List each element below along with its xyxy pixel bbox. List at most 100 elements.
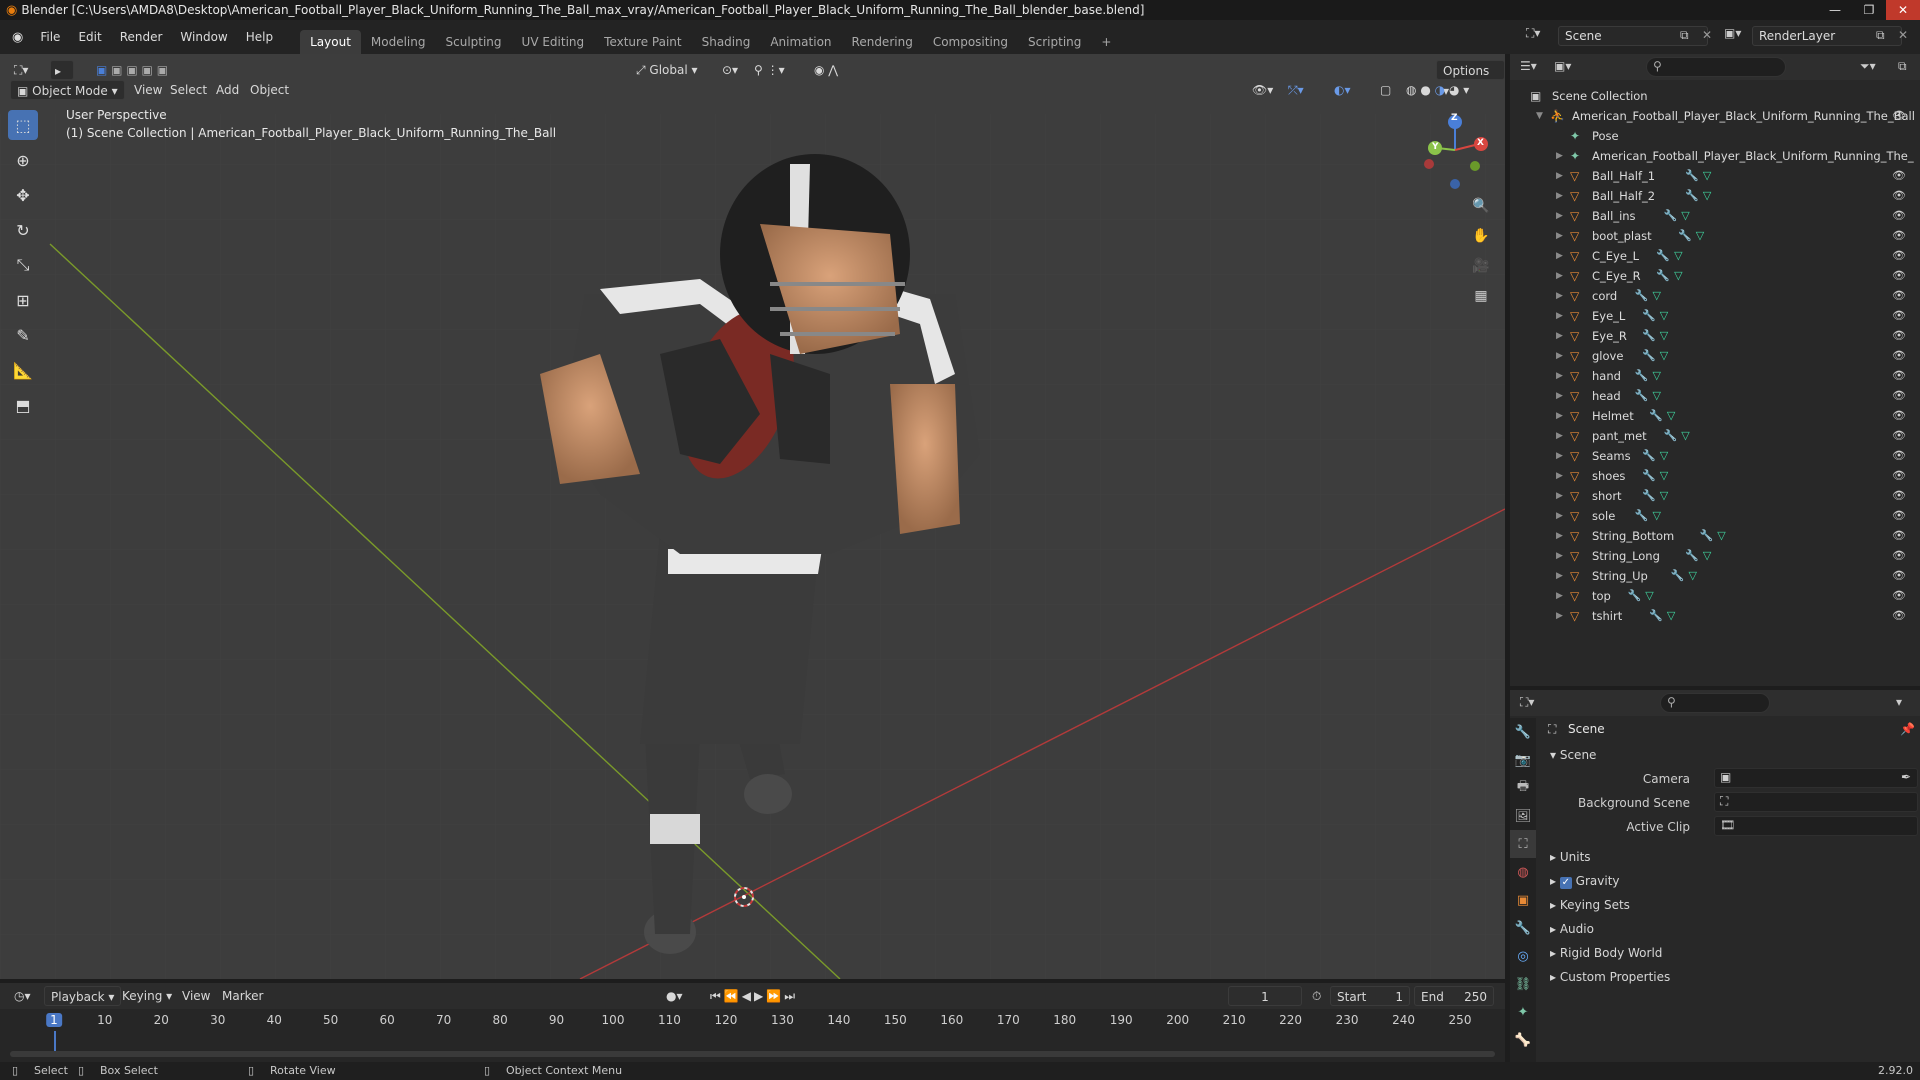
tab-scripting[interactable]: Scripting bbox=[1018, 30, 1091, 54]
record-icon[interactable]: ●▾ bbox=[660, 986, 689, 1006]
ortho-grid-icon[interactable]: ▦ bbox=[1469, 284, 1493, 308]
tree-row-object[interactable]: ▶ ▽ sole 🔧 ▽ 👁 bbox=[1510, 506, 1920, 526]
expand-arrow-icon[interactable]: ▶ bbox=[1556, 186, 1563, 206]
expand-arrow-icon[interactable]: ▶ bbox=[1556, 426, 1563, 446]
timeline-scrollbar[interactable] bbox=[10, 1051, 1495, 1057]
tree-row-object[interactable]: ▶ ▽ hand 🔧 ▽ 👁 bbox=[1510, 366, 1920, 386]
expand-arrow-icon[interactable]: ▶ bbox=[1556, 326, 1563, 346]
tree-row-object[interactable]: ▶ ▽ shoes 🔧 ▽ 👁 bbox=[1510, 466, 1920, 486]
tree-row-object[interactable]: ▶ ▽ Ball_ins 🔧 ▽ 👁 bbox=[1510, 206, 1920, 226]
new-scene-icon[interactable]: ⧉ bbox=[1680, 28, 1689, 43]
tab-modeling[interactable]: Modeling bbox=[361, 30, 436, 54]
visibility-eye-icon[interactable]: 👁 bbox=[1892, 546, 1906, 566]
add-menu[interactable]: Add bbox=[210, 80, 245, 100]
tree-row-object[interactable]: ▶ ▽ Ball_Half_2 🔧 ▽ 👁 bbox=[1510, 186, 1920, 206]
expand-arrow-icon[interactable]: ▶ bbox=[1556, 226, 1563, 246]
select-extend-icon[interactable]: ▣ bbox=[111, 63, 122, 77]
measure-tool-icon[interactable]: 📐 bbox=[8, 355, 38, 385]
rendered-shading-icon[interactable]: ◕ bbox=[1449, 83, 1459, 97]
tree-row-object[interactable]: ▶ ▽ Ball_Half_1 🔧 ▽ 👁 bbox=[1510, 166, 1920, 186]
3d-viewport[interactable]: Z X Y ⛶▾ ▸ ▣ ▣ ▣ ▣ ▣ ⤢ Global ▾ ⊙▾ ⚲ ⋮▾ … bbox=[0, 54, 1505, 979]
visibility-eye-icon[interactable]: 👁 bbox=[1892, 466, 1906, 486]
modifier-wrench-icon[interactable]: 🔧 ▽ bbox=[1671, 566, 1697, 586]
scene-tab-icon[interactable]: ⛶ bbox=[1510, 830, 1536, 858]
visibility-eye-icon[interactable]: 👁 bbox=[1892, 366, 1906, 386]
xray-toggle-icon[interactable]: ▢ bbox=[1374, 80, 1397, 100]
gizmo-y-label[interactable]: Y bbox=[1432, 142, 1439, 152]
units-panel[interactable]: ▸ Units bbox=[1550, 846, 1910, 868]
render-layer-icon[interactable]: ▣▾ bbox=[1724, 26, 1741, 40]
blender-menu-icon[interactable]: ◉ bbox=[0, 30, 31, 45]
modifier-wrench-icon[interactable]: 🔧 ▽ bbox=[1656, 266, 1682, 286]
modifier-wrench-icon[interactable]: 🔧 ▽ bbox=[1635, 506, 1661, 526]
playback-menu[interactable]: Playback ▾ bbox=[44, 986, 122, 1006]
modifier-wrench-icon[interactable]: 🔧 ▽ bbox=[1635, 386, 1661, 406]
visibility-eye-icon[interactable]: 👁 bbox=[1892, 406, 1906, 426]
annotate-tool-icon[interactable]: ✎ bbox=[8, 320, 38, 350]
tree-row-object[interactable]: ▶ ▽ boot_plast 🔧 ▽ 👁 bbox=[1510, 226, 1920, 246]
timeline-frame-ruler[interactable]: 1 10 20 30 40 50 60 70 80 90 100 110 120 130 140 150 160… bbox=[10, 1013, 1495, 1033]
display-mode-icon[interactable]: ▣▾ bbox=[1554, 59, 1571, 73]
tab-sculpting[interactable]: Sculpting bbox=[436, 30, 512, 54]
expand-arrow-icon[interactable]: ▶ bbox=[1556, 406, 1563, 426]
modifier-wrench-icon[interactable]: 🔧 ▽ bbox=[1678, 226, 1704, 246]
options-dropdown[interactable]: Options ▾ bbox=[1436, 60, 1505, 98]
add-workspace-icon[interactable]: + bbox=[1091, 30, 1121, 54]
tab-layout[interactable]: Layout bbox=[300, 30, 361, 54]
rotate-tool-icon[interactable]: ↻ bbox=[8, 215, 38, 245]
start-frame-field[interactable]: Start 1 bbox=[1330, 986, 1410, 1006]
gizmo-x-label[interactable]: X bbox=[1477, 138, 1484, 148]
maximize-button[interactable]: ❐ bbox=[1852, 0, 1886, 20]
scene-selector-icon[interactable]: ⛶▾ bbox=[1526, 26, 1540, 41]
modifier-wrench-icon[interactable]: 🔧 ▽ bbox=[1649, 406, 1675, 426]
delete-scene-icon[interactable]: ✕ bbox=[1702, 28, 1712, 42]
end-frame-field[interactable]: End 250 bbox=[1414, 986, 1494, 1006]
tab-compositing[interactable]: Compositing bbox=[923, 30, 1018, 54]
delete-view-layer-icon[interactable]: ✕ bbox=[1898, 28, 1908, 42]
visibility-eye-icon[interactable]: 👁 bbox=[1892, 586, 1906, 606]
gizmo-z-label[interactable]: Z bbox=[1451, 113, 1458, 123]
tool-tab-icon[interactable]: 🔧 bbox=[1510, 718, 1536, 746]
add-cube-tool-icon[interactable]: ⬒ bbox=[8, 390, 38, 420]
next-key-icon[interactable]: ⏩ bbox=[766, 989, 784, 1003]
tree-row-object[interactable]: ▶ ▽ String_Bottom 🔧 ▽ 👁 bbox=[1510, 526, 1920, 546]
tab-uv-editing[interactable]: UV Editing bbox=[512, 30, 595, 54]
play-icon[interactable]: ▶ bbox=[754, 989, 766, 1003]
move-tool-icon[interactable]: ✥ bbox=[8, 180, 38, 210]
select-invert-icon[interactable]: ▣ bbox=[142, 63, 153, 77]
expand-arrow-icon[interactable]: ▶ bbox=[1556, 346, 1563, 366]
modifier-wrench-icon[interactable]: 🔧 ▽ bbox=[1685, 186, 1711, 206]
modifier-wrench-icon[interactable]: 🔧 ▽ bbox=[1642, 486, 1668, 506]
visibility-eye-icon[interactable]: 👁 bbox=[1892, 506, 1906, 526]
expand-arrow-icon[interactable]: ▶ bbox=[1556, 146, 1563, 166]
expand-arrow-icon[interactable]: ▶ bbox=[1556, 446, 1563, 466]
timeline-editor-icon[interactable]: ◷▾ bbox=[8, 986, 37, 1006]
pan-hand-icon[interactable]: ✋ bbox=[1469, 224, 1493, 248]
jump-end-icon[interactable]: ⏭ bbox=[784, 989, 798, 1003]
gravity-panel[interactable]: ▸ ✓ Gravity bbox=[1550, 870, 1910, 892]
pivot-point-icon[interactable]: ⊙▾ bbox=[716, 60, 744, 80]
tab-animation[interactable]: Animation bbox=[760, 30, 841, 54]
wireframe-shading-icon[interactable]: ◍ bbox=[1406, 83, 1416, 97]
tree-row-object[interactable]: ▶ ▽ String_Up 🔧 ▽ 👁 bbox=[1510, 566, 1920, 586]
editor-type-icon[interactable]: ⛶▾ bbox=[8, 60, 34, 80]
visibility-eye-icon[interactable]: 👁 bbox=[1892, 226, 1906, 246]
zoom-icon[interactable]: 🔍 bbox=[1469, 194, 1493, 218]
background-scene-field[interactable]: ⛶ bbox=[1714, 792, 1918, 812]
expand-arrow-icon[interactable]: ▶ bbox=[1556, 166, 1563, 186]
constraint-tab-icon[interactable]: ⛓ bbox=[1510, 970, 1536, 998]
expand-arrow-icon[interactable]: ▶ bbox=[1556, 486, 1563, 506]
object-tab-icon[interactable]: ▣ bbox=[1510, 886, 1536, 914]
expand-arrow-icon[interactable]: ▶ bbox=[1556, 606, 1563, 626]
tree-row-object[interactable]: ▶ ▽ Eye_R 🔧 ▽ 👁 bbox=[1510, 326, 1920, 346]
visibility-eye-icon[interactable]: 👁 bbox=[1892, 326, 1906, 346]
tree-row-object[interactable]: ▶ ▽ cord 🔧 ▽ 👁 bbox=[1510, 286, 1920, 306]
overlay-toggle-icon[interactable]: ◐▾ bbox=[1328, 80, 1357, 100]
visibility-eye-icon[interactable]: 👁 bbox=[1892, 286, 1906, 306]
expand-arrow-icon[interactable]: ▶ bbox=[1556, 306, 1563, 326]
expand-arrow-icon[interactable]: ▶ bbox=[1556, 466, 1563, 486]
menu-window[interactable]: Window bbox=[171, 20, 236, 54]
tab-shading[interactable]: Shading bbox=[692, 30, 761, 54]
menu-edit[interactable]: Edit bbox=[69, 20, 110, 54]
proportional-editing-icon[interactable]: ◉ ⋀ bbox=[808, 60, 844, 80]
